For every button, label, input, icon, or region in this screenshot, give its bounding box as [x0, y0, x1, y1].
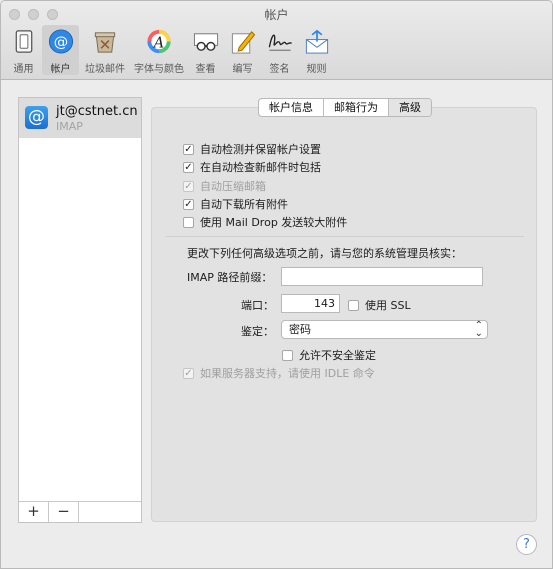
imap-prefix-label: IMAP 路径前缀： — [187, 271, 273, 284]
svg-text:A: A — [152, 35, 164, 51]
font-color-icon: A — [147, 29, 171, 54]
add-account-button[interactable]: + — [19, 502, 49, 522]
checkbox[interactable] — [348, 299, 359, 311]
toolbar-composing[interactable]: 编写 — [224, 25, 261, 75]
account-item[interactable]: @ jt@cstnet.cn IMAP — [19, 98, 141, 138]
auth-label: 鉴定： — [241, 325, 274, 338]
option-download-attachments[interactable]: ✓ 自动下载所有附件 — [183, 196, 288, 212]
idle-label: 如果服务器支持，请使用 IDLE 命令 — [200, 367, 375, 380]
toolbar-fonts[interactable]: A 字体与颜色 — [131, 25, 187, 75]
toolbar-junk[interactable]: 垃圾邮件 — [79, 25, 131, 75]
toolbar-general-label: 通用 — [13, 64, 34, 75]
signature-icon — [268, 34, 292, 51]
ssl-label: 使用 SSL — [365, 299, 411, 312]
stepper-arrows-icon: ⌃ ⌄ — [474, 320, 483, 339]
glasses-icon — [193, 33, 218, 51]
checkbox[interactable] — [183, 216, 194, 228]
toolbar-rules-label: 规则 — [306, 64, 327, 75]
option-label: 自动检测并保留帐户设置 — [200, 143, 321, 156]
at-sign-icon: @ — [48, 29, 73, 54]
tab-account-info[interactable]: 帐户信息 — [259, 99, 324, 116]
option-compact-mailboxes: ✓ 自动压缩邮箱 — [183, 178, 266, 194]
checkbox[interactable] — [282, 349, 293, 361]
tab-mailbox-behaviors[interactable]: 邮箱行为 — [324, 99, 389, 116]
option-label: 自动压缩邮箱 — [200, 180, 266, 193]
ssl-option[interactable]: 使用 SSL — [348, 297, 411, 313]
rules-envelope-icon — [305, 29, 328, 54]
toolbar-junk-label: 垃圾邮件 — [85, 64, 125, 75]
checkbox[interactable]: ✓ — [183, 161, 194, 173]
junk-mail-icon — [94, 32, 116, 53]
pencil-pad-icon — [231, 31, 255, 54]
account-list-toolbar: + − — [19, 501, 141, 522]
auth-select-value: 密码 — [289, 323, 311, 336]
toolbar-general[interactable]: 通用 — [5, 25, 42, 75]
account-email: jt@cstnet.cn — [56, 104, 138, 119]
window-title: 帐户 — [264, 8, 289, 22]
advanced-note: 更改下列任何高级选项之前，请与您的系统管理员核实： — [187, 247, 462, 260]
at-sign-icon: @ — [25, 106, 48, 129]
title-bar: 帐户 通用 @ 帐户 垃圾邮件 A 字体与颜色 查看 编写 签名 规则 — [1, 1, 552, 80]
help-button[interactable]: ? — [516, 534, 537, 555]
checkbox: ✓ — [183, 367, 194, 379]
toolbar: 通用 @ 帐户 垃圾邮件 A 字体与颜色 查看 编写 签名 规则 — [5, 25, 335, 75]
toolbar-accounts-label: 帐户 — [50, 64, 71, 75]
toolbar-viewing-label: 查看 — [195, 64, 216, 75]
auth-select[interactable]: 密码 ⌃ ⌄ — [281, 320, 488, 339]
insecure-auth-option[interactable]: 允许不安全鉴定 — [282, 347, 376, 363]
port-input[interactable]: 143 — [281, 294, 340, 313]
option-include-new-mail[interactable]: ✓ 在自动检查新邮件时包括 — [183, 159, 321, 175]
remove-account-button[interactable]: − — [49, 502, 79, 522]
option-label: 在自动检查新邮件时包括 — [200, 161, 321, 174]
toolbar-rules[interactable]: 规则 — [298, 25, 335, 75]
checkbox[interactable]: ✓ — [183, 198, 194, 210]
account-list: @ jt@cstnet.cn IMAP + − — [18, 97, 142, 523]
insecure-auth-label: 允许不安全鉴定 — [299, 349, 376, 362]
checkbox: ✓ — [183, 180, 194, 192]
toolbar-signatures-label: 签名 — [269, 64, 290, 75]
option-label: 自动下载所有附件 — [200, 198, 288, 211]
toolbar-signatures[interactable]: 签名 — [261, 25, 298, 75]
checkbox[interactable]: ✓ — [183, 143, 194, 155]
option-mail-drop[interactable]: 使用 Mail Drop 发送较大附件 — [183, 214, 347, 230]
toolbar-fonts-label: 字体与颜色 — [134, 64, 184, 75]
switch-icon — [15, 30, 32, 53]
toolbar-accounts[interactable]: @ 帐户 — [42, 25, 79, 75]
idle-option: ✓ 如果服务器支持，请使用 IDLE 命令 — [183, 365, 375, 381]
account-type: IMAP — [56, 120, 83, 133]
preferences-window: 帐户 通用 @ 帐户 垃圾邮件 A 字体与颜色 查看 编写 签名 规则 @ jt… — [0, 0, 553, 569]
option-auto-detect[interactable]: ✓ 自动检测并保留帐户设置 — [183, 141, 321, 157]
tab-bar: 帐户信息 邮箱行为 高级 — [258, 98, 432, 117]
divider — [166, 236, 524, 237]
port-label: 端口： — [241, 299, 274, 312]
tab-advanced[interactable]: 高级 — [389, 99, 431, 116]
svg-text:@: @ — [53, 34, 67, 50]
imap-prefix-input[interactable] — [281, 267, 483, 286]
toolbar-composing-label: 编写 — [232, 64, 253, 75]
toolbar-viewing[interactable]: 查看 — [187, 25, 224, 75]
option-label: 使用 Mail Drop 发送较大附件 — [200, 216, 348, 229]
